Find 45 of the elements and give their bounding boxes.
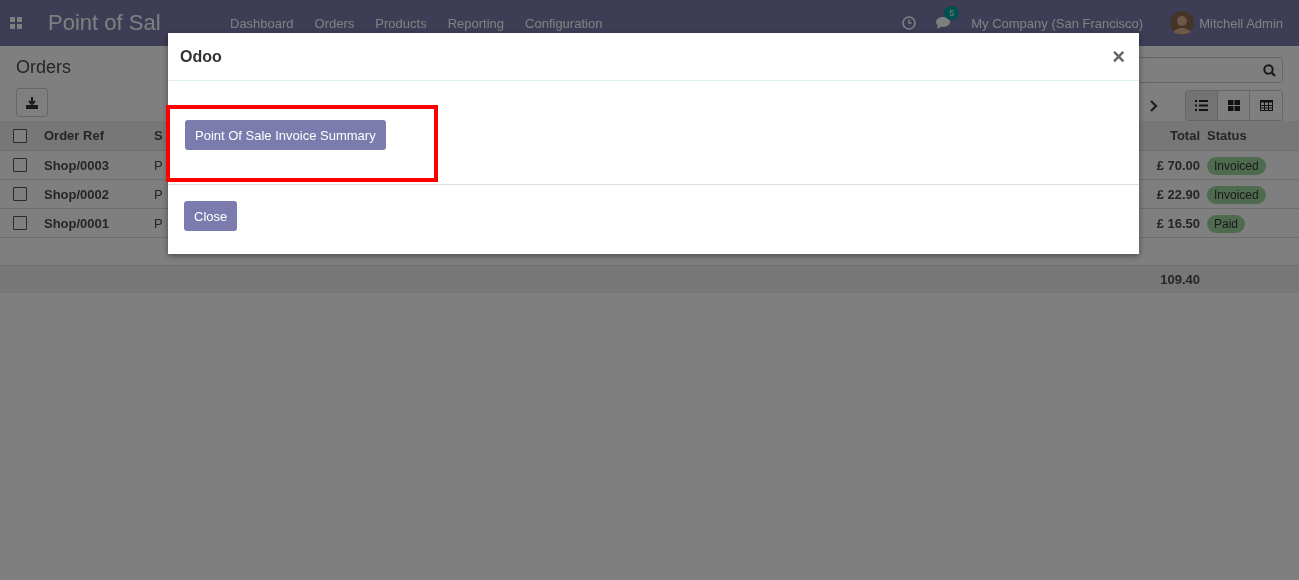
row-checkbox[interactable] xyxy=(13,187,27,201)
menu-item[interactable]: Orders xyxy=(314,15,355,31)
table-cell-text: Shop/0001 xyxy=(43,215,111,231)
menu-item[interactable]: Configuration xyxy=(525,15,603,31)
column-header[interactable]: S xyxy=(154,128,163,143)
table-cell: P xyxy=(154,157,163,173)
row-checkbox[interactable] xyxy=(13,216,27,230)
app-title: Point of Sal xyxy=(48,10,162,36)
page-title: Orders xyxy=(16,57,71,78)
apps-menu-icon[interactable] xyxy=(10,17,22,29)
message-count-badge: 5 xyxy=(944,6,960,20)
user-menu[interactable]: Mitchell Admin xyxy=(1199,15,1283,31)
column-header[interactable]: Total xyxy=(1142,128,1205,143)
table-cell: P xyxy=(154,215,163,231)
table-cell-text: Shop/0003 xyxy=(43,157,111,173)
table-cell-text: £ 22.90 xyxy=(1155,186,1201,202)
search-icon[interactable] xyxy=(1263,63,1276,77)
table-cell: P xyxy=(154,186,163,202)
table-icon xyxy=(1259,100,1273,111)
row-checkbox[interactable] xyxy=(13,158,27,172)
chat-icon[interactable] xyxy=(935,16,952,30)
dialog-title: Odoo xyxy=(180,47,222,66)
company-switcher[interactable]: My Company (San Francisco) xyxy=(971,15,1144,31)
clock-icon[interactable] xyxy=(902,16,917,30)
column-header[interactable]: Status xyxy=(1205,128,1299,143)
list-view-button[interactable] xyxy=(1186,91,1218,120)
menu-item[interactable]: Reporting xyxy=(447,15,505,31)
status-badge: Invoiced xyxy=(1207,156,1266,175)
tiles-icon xyxy=(1227,100,1240,111)
select-all-checkbox[interactable] xyxy=(13,128,27,143)
close-button[interactable]: Close xyxy=(184,201,238,231)
table-cell-text: £ 16.50 xyxy=(1155,215,1201,231)
column-header[interactable]: Order Ref xyxy=(40,128,150,143)
download-icon xyxy=(26,96,38,109)
menu-item[interactable]: Dashboard xyxy=(230,15,294,31)
status-badge: Paid xyxy=(1207,214,1246,233)
table-cell-text: Shop/0002 xyxy=(43,186,111,202)
total-sum: 109.40 xyxy=(1159,272,1201,287)
download-button[interactable] xyxy=(16,88,48,117)
table-cell-text: £ 70.00 xyxy=(1155,157,1201,173)
menu-item[interactable]: Products xyxy=(375,15,427,31)
invoice-summary-button[interactable]: Point Of Sale Invoice Summary xyxy=(185,120,386,150)
status-badge: Invoiced xyxy=(1207,185,1266,204)
list-icon xyxy=(1195,100,1208,111)
next-page-icon[interactable] xyxy=(1150,99,1158,112)
